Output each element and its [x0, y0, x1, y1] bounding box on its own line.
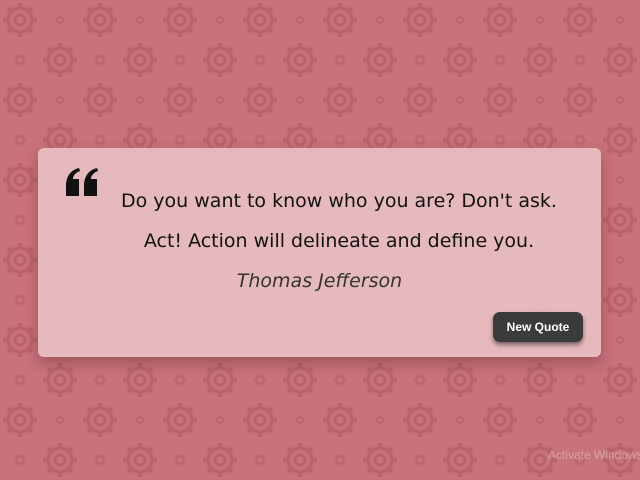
quote-text: Do you want to know who you are? Don't a…: [121, 190, 557, 252]
activation-watermark: Activate Windows: [548, 448, 640, 462]
quote-card: Do you want to know who you are? Don't a…: [38, 148, 601, 357]
quote-author: Thomas Jefferson: [236, 270, 403, 292]
quote-mark-icon: [66, 168, 98, 196]
new-quote-button[interactable]: New Quote: [493, 312, 583, 342]
